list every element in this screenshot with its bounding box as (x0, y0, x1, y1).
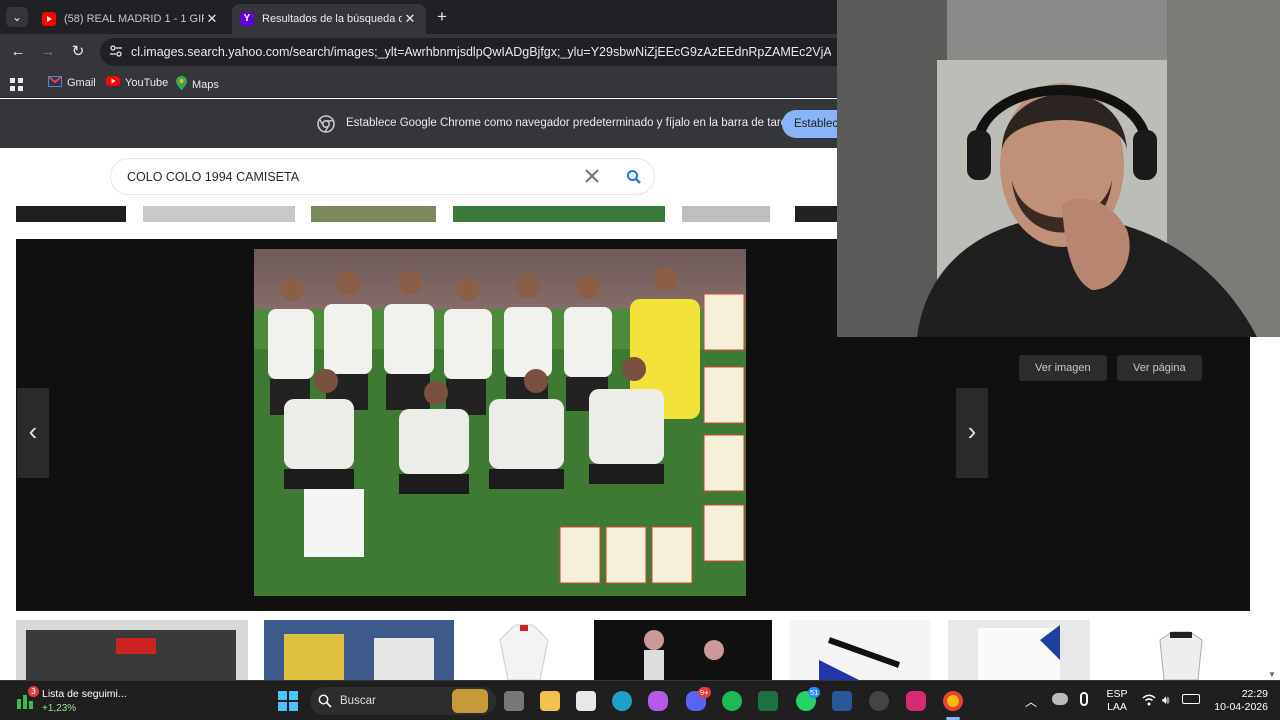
thumbnail-strip-top[interactable] (795, 206, 837, 222)
apps-grid-icon[interactable] (10, 78, 23, 91)
copilot-icon[interactable] (648, 691, 668, 711)
result-thumbnail[interactable] (789, 620, 931, 680)
result-thumbnail[interactable] (16, 620, 248, 680)
time: 22:29 (1241, 688, 1268, 700)
word-icon[interactable] (832, 691, 852, 711)
edge-icon[interactable] (612, 691, 632, 711)
yahoo-icon: Y (240, 12, 254, 26)
chevron-up-icon[interactable]: ︿ (1025, 693, 1037, 710)
search-icon[interactable] (626, 169, 642, 185)
default-browser-infobar: Establece Google Chrome como navegador p… (0, 99, 837, 148)
search-highlight-icon (452, 689, 488, 713)
bookmarks-bar: Gmail YouTube Maps (0, 70, 837, 98)
prev-image-button[interactable]: ‹ (17, 388, 49, 478)
close-tab-icon[interactable]: ✕ (402, 11, 418, 27)
clock[interactable]: 22:29 10-04-2026 (1206, 688, 1268, 714)
clear-search-icon[interactable] (584, 168, 600, 184)
search-header: COLO COLO 1994 CAMISETA (0, 148, 837, 206)
tab-yahoo-images[interactable]: Y Resultados de la búsqueda de imágenes … (232, 4, 426, 34)
search-input[interactable]: COLO COLO 1994 CAMISETA (127, 170, 299, 184)
site-info-icon[interactable] (109, 44, 123, 58)
battery-icon[interactable] (1182, 694, 1200, 704)
thumbnail-strip-top[interactable] (311, 206, 436, 222)
language-indicator[interactable]: ESP LAA (1104, 688, 1130, 714)
chrome-icon (317, 115, 335, 133)
onedrive-icon[interactable] (1052, 693, 1068, 705)
task-view-icon[interactable] (504, 691, 524, 711)
new-tab-button[interactable]: + (432, 8, 452, 28)
widget-value: +1,23% (42, 703, 77, 714)
spotify-icon[interactable] (722, 691, 742, 711)
bookmark-maps[interactable]: Maps (176, 76, 219, 93)
tab-search-button[interactable]: ⌄ (6, 7, 28, 27)
bookmark-label: YouTube (125, 76, 169, 89)
team-photo[interactable] (254, 249, 746, 596)
whatsapp-badge: 51 (808, 687, 821, 698)
thumbnail-strip-top[interactable] (143, 206, 295, 222)
view-page-button[interactable]: Ver página (1117, 355, 1202, 381)
taskbar-search[interactable]: Buscar (310, 687, 496, 715)
bookmark-gmail[interactable]: Gmail (48, 76, 96, 90)
chatgpt-icon[interactable] (869, 691, 889, 711)
language-code: ESP (1106, 688, 1128, 700)
infobar-message: Establece Google Chrome como navegador p… (346, 117, 800, 129)
file-explorer-icon[interactable] (540, 691, 560, 711)
thumbnail-strip-top[interactable] (16, 206, 126, 222)
forward-button[interactable]: → (38, 42, 58, 62)
date: 10-04-2026 (1214, 701, 1268, 713)
result-thumbnail[interactable] (1110, 620, 1250, 680)
youtube-icon (106, 76, 120, 89)
view-image-button[interactable]: Ver imagen (1019, 355, 1107, 381)
result-thumbnail[interactable] (264, 620, 454, 680)
widget-title: Lista de seguimi... (42, 688, 127, 700)
keyboard-layout: LAA (1107, 701, 1127, 713)
back-button[interactable]: ← (8, 42, 28, 62)
scrollbar[interactable]: ▼ (1268, 670, 1278, 680)
windows-taskbar: 3 Lista de seguimi... +1,23% Buscar 9+ 5… (0, 680, 1280, 720)
tab-title: (58) REAL MADRID 1 - 1 GIRONA (64, 13, 204, 25)
result-thumbnail[interactable] (470, 620, 578, 680)
wifi-icon[interactable] (1142, 693, 1156, 711)
stocks-widget[interactable]: 3 Lista de seguimi... +1,23% (14, 685, 144, 717)
browser-toolbar: ← → ↻ cl.images.search.yahoo.com/search/… (0, 34, 837, 70)
url-text: cl.images.search.yahoo.com/search/images… (131, 45, 831, 59)
thumbnail-strip-top[interactable] (682, 206, 770, 222)
maps-icon (176, 76, 187, 93)
instagram-icon[interactable] (906, 691, 926, 711)
bookmark-label: Gmail (67, 77, 96, 89)
bookmark-youtube[interactable]: YouTube (106, 76, 168, 89)
chrome-icon[interactable] (943, 691, 963, 711)
youtube-icon (42, 12, 56, 26)
next-image-button[interactable]: › (956, 388, 988, 478)
widget-badge: 3 (28, 686, 39, 697)
search-box[interactable]: COLO COLO 1994 CAMISETA (110, 158, 655, 195)
windows-start-icon[interactable] (278, 691, 298, 711)
thumbnail-strip-top[interactable] (453, 206, 665, 222)
webcam-overlay (837, 0, 1280, 337)
reload-button[interactable]: ↻ (68, 42, 88, 62)
result-thumbnail[interactable] (948, 620, 1090, 680)
search-icon (318, 694, 332, 708)
result-thumbnail[interactable] (594, 620, 772, 680)
gmail-icon (48, 76, 62, 90)
store-icon[interactable] (576, 691, 596, 711)
volume-icon[interactable]: 🔊︎ (1162, 693, 1170, 708)
microphone-icon[interactable] (1080, 692, 1088, 706)
bookmark-label: Maps (192, 78, 219, 91)
tab-youtube[interactable]: (58) REAL MADRID 1 - 1 GIRONA ✕ (34, 4, 228, 34)
close-tab-icon[interactable]: ✕ (204, 11, 220, 27)
tab-title: Resultados de la búsqueda de imágenes (262, 13, 402, 25)
tab-bar: ⌄ (58) REAL MADRID 1 - 1 GIRONA ✕ Y Resu… (0, 0, 837, 34)
excel-icon[interactable] (758, 691, 778, 711)
address-bar[interactable]: cl.images.search.yahoo.com/search/images… (100, 38, 837, 66)
discord-badge: 9+ (698, 687, 711, 698)
search-placeholder: Buscar (340, 695, 376, 707)
